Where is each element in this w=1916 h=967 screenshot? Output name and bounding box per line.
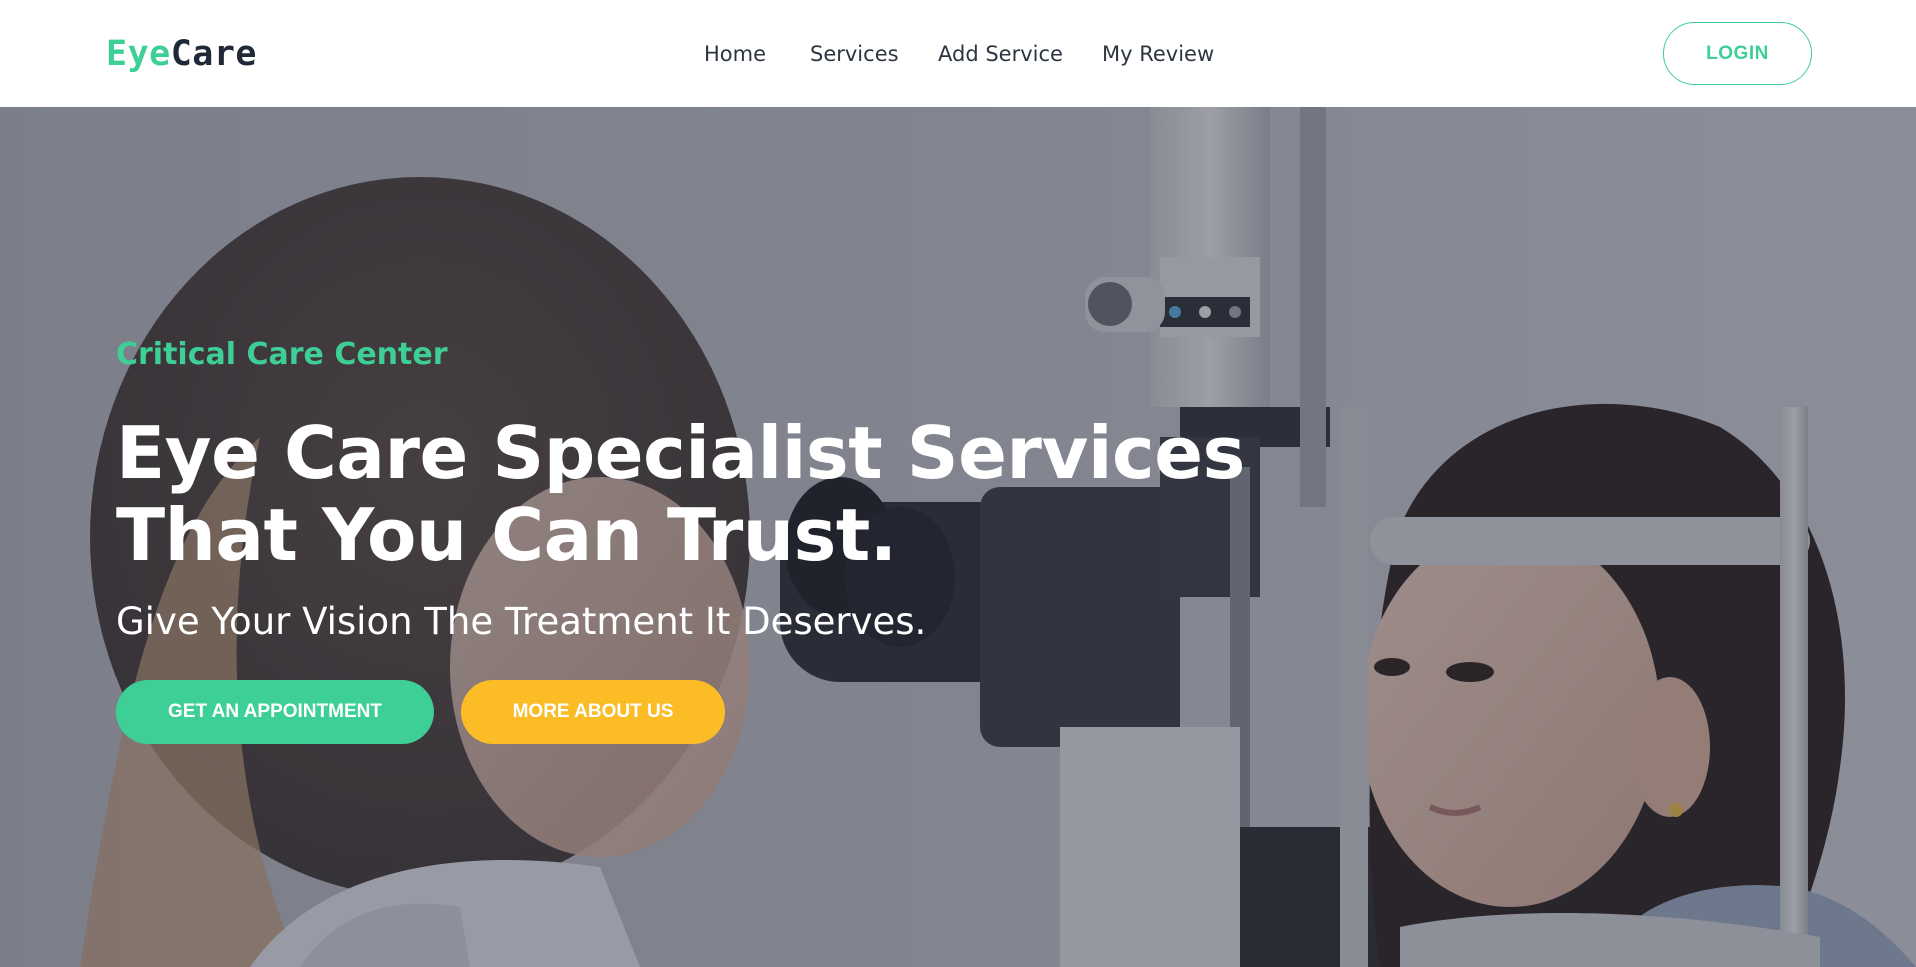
more-about-us-button[interactable]: MORE ABOUT US bbox=[461, 680, 725, 744]
nav-link-my-review[interactable]: My Review bbox=[1102, 38, 1214, 70]
get-appointment-button[interactable]: GET AN APPOINTMENT bbox=[116, 680, 434, 744]
hero-headline: Eye Care Specialist Services That You Ca… bbox=[116, 412, 1266, 576]
brand-logo[interactable]: EyeCare bbox=[106, 31, 257, 77]
hero-content: Critical Care Center Eye Care Specialist… bbox=[116, 107, 1316, 967]
nav-link-add-service[interactable]: Add Service bbox=[938, 38, 1063, 70]
hero-section: Critical Care Center Eye Care Specialist… bbox=[0, 107, 1916, 967]
login-button[interactable]: LOGIN bbox=[1663, 22, 1812, 85]
nav-link-home[interactable]: Home bbox=[704, 38, 766, 70]
hero-eyebrow: Critical Care Center bbox=[116, 337, 448, 372]
brand-logo-part1: Eye bbox=[106, 34, 171, 74]
site-header: EyeCare Home Services Add Service My Rev… bbox=[0, 0, 1916, 107]
hero-subheadline: Give Your Vision The Treatment It Deserv… bbox=[116, 600, 927, 643]
hero-headline-line2: That You Can Trust. bbox=[116, 493, 897, 577]
nav-link-services[interactable]: Services bbox=[810, 38, 899, 70]
brand-logo-part2: Care bbox=[170, 34, 258, 74]
hero-headline-line1: Eye Care Specialist Services bbox=[116, 411, 1245, 495]
